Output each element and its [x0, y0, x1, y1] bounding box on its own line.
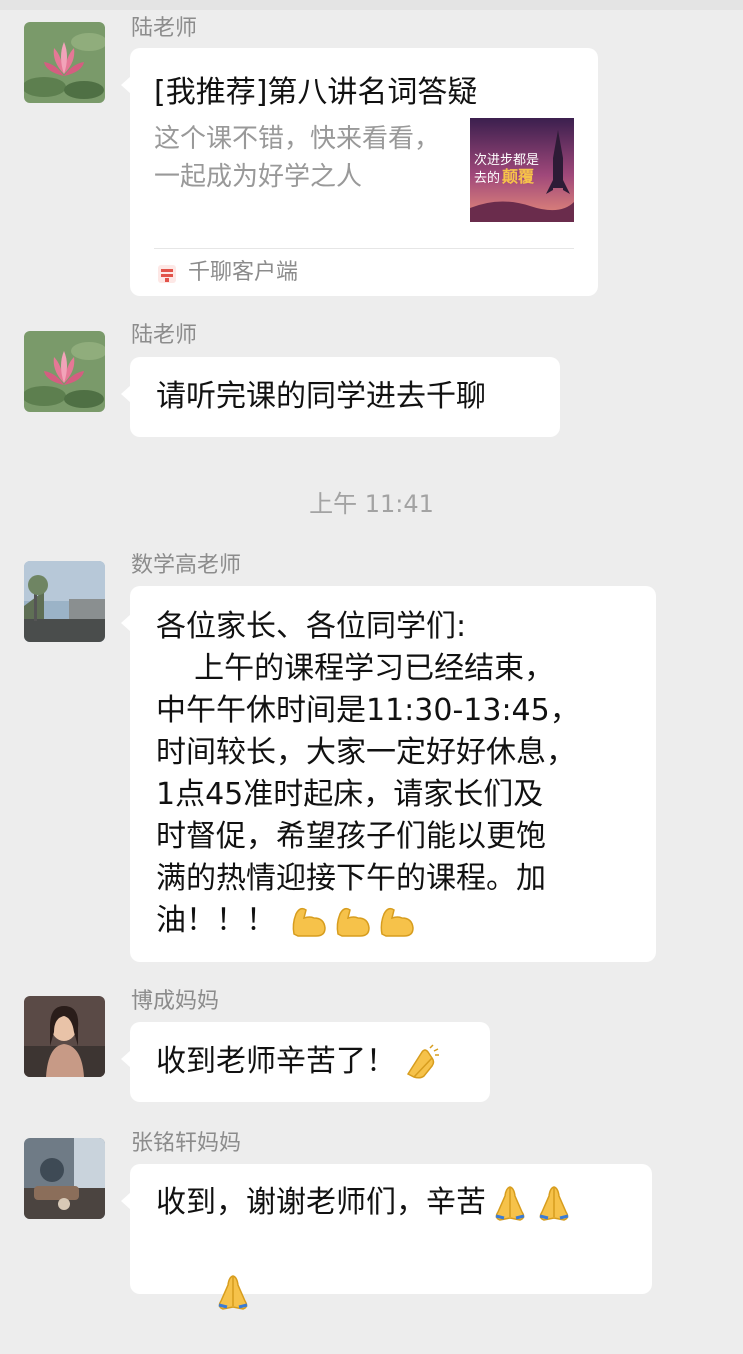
folded-hands-icon	[539, 1186, 569, 1221]
avatar-zhangmingxuan-mom[interactable]	[24, 1138, 105, 1219]
street-avatar-image	[24, 561, 105, 642]
message-text: 收到，谢谢老师们，辛苦	[156, 1182, 574, 1354]
avatar-lu-teacher[interactable]	[24, 22, 105, 103]
folded-hands-icon	[218, 1274, 248, 1310]
lotus-avatar-image	[24, 22, 105, 103]
sender-name: 陆老师	[131, 323, 198, 348]
folded-hands-icon	[495, 1186, 525, 1221]
sender-name: 陆老师	[131, 16, 198, 41]
top-edge	[0, 0, 743, 10]
message-bubble[interactable]: 各位家长、各位同学们: 上午的课程学习已经结束， 中午午休时间是11:30-13:…	[121, 586, 656, 962]
sender-name: 博成妈妈	[131, 989, 220, 1014]
svg-text:颠覆: 颠覆	[502, 167, 535, 186]
flexed-biceps-emoji-group	[290, 904, 416, 938]
folded-hands-emoji-group	[490, 1184, 574, 1222]
sender-name: 数学高老师	[131, 553, 242, 578]
flexed-biceps-icon	[336, 907, 370, 937]
avatar-math-teacher[interactable]	[24, 561, 105, 642]
link-card-bubble[interactable]: [我推荐]第八讲名词答疑 这个课不错，快来看看，一起成为好学之人 次进步都是 去…	[121, 48, 598, 296]
link-card-description: 这个课不错，快来看看，一起成为好学之人	[154, 124, 441, 192]
portrait-avatar-image	[24, 996, 105, 1077]
clapping-hands-icon	[406, 1043, 439, 1079]
message-text-long: 各位家长、各位同学们: 上午的课程学习已经结束， 中午午休时间是11:30-13:…	[156, 609, 580, 938]
svg-text:去的: 去的	[474, 170, 500, 186]
sender-name: 张铭轩妈妈	[131, 1131, 242, 1156]
link-card-source: 千聊客户端	[188, 260, 299, 285]
message-bubble[interactable]: 收到，谢谢老师们，辛苦	[121, 1164, 652, 1310]
qianliao-app-icon	[156, 263, 178, 285]
link-card-title: [我推荐]第八讲名词答疑	[154, 75, 478, 110]
avatar-bocheng-mom[interactable]	[24, 996, 105, 1077]
avatar-lu-teacher[interactable]	[24, 331, 105, 412]
message-bubble[interactable]: 请听完课的同学进去千聊	[121, 357, 560, 437]
message-text: 收到老师辛苦了！	[130, 1022, 490, 1082]
message-text: 请听完课的同学进去千聊	[156, 379, 486, 414]
room-avatar-image	[24, 1138, 105, 1219]
flexed-biceps-icon	[380, 907, 414, 937]
lotus-avatar-image	[24, 331, 105, 412]
chat-timestamp: 上午 11:41	[309, 490, 434, 518]
message-bubble[interactable]: 收到老师辛苦了！	[121, 1022, 490, 1102]
link-card-thumbnail: 次进步都是 去的 颠覆	[470, 118, 574, 222]
link-card-divider	[154, 248, 574, 249]
flexed-biceps-icon	[292, 907, 326, 937]
folded-hands-emoji-row2	[156, 1228, 574, 1354]
svg-text:次进步都是: 次进步都是	[474, 152, 539, 168]
